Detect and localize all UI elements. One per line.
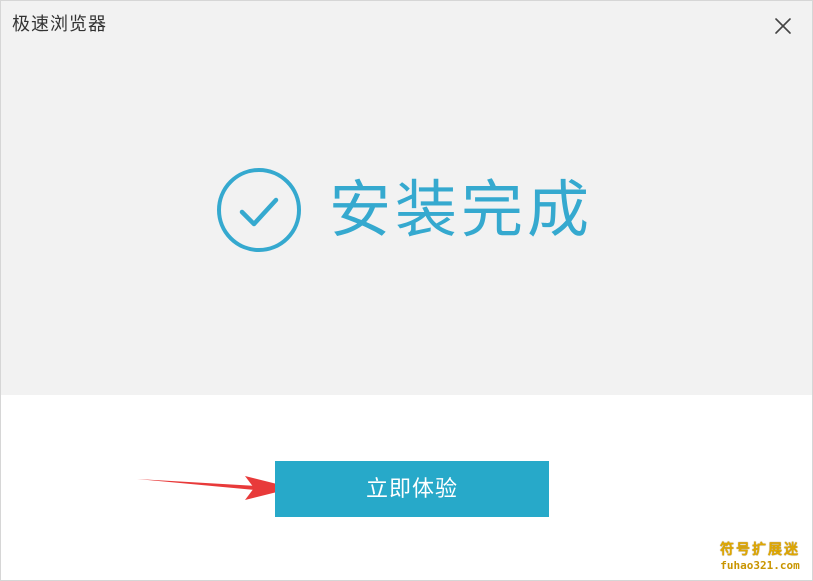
watermark-logo: 符号扩展迷 fuhao321.com: [717, 542, 803, 574]
watermark-site-text: fuhao321.com: [720, 559, 800, 572]
check-circle-icon: [217, 168, 301, 252]
red-arrow-icon: [137, 476, 293, 500]
close-button[interactable]: [770, 13, 796, 39]
window-title: 极速浏览器: [12, 14, 107, 35]
close-icon: [775, 18, 791, 34]
installer-window: 极速浏览器 安装完成 立即体验 符号扩展迷 fuhao321.com: [0, 0, 813, 581]
try-now-button[interactable]: 立即体验: [275, 461, 549, 517]
install-complete-text: 安装完成: [329, 173, 594, 246]
header-panel: 极速浏览器 安装完成: [1, 1, 812, 395]
watermark-main-text: 符号扩展迷: [720, 542, 800, 558]
install-status: 安装完成: [215, 165, 593, 255]
